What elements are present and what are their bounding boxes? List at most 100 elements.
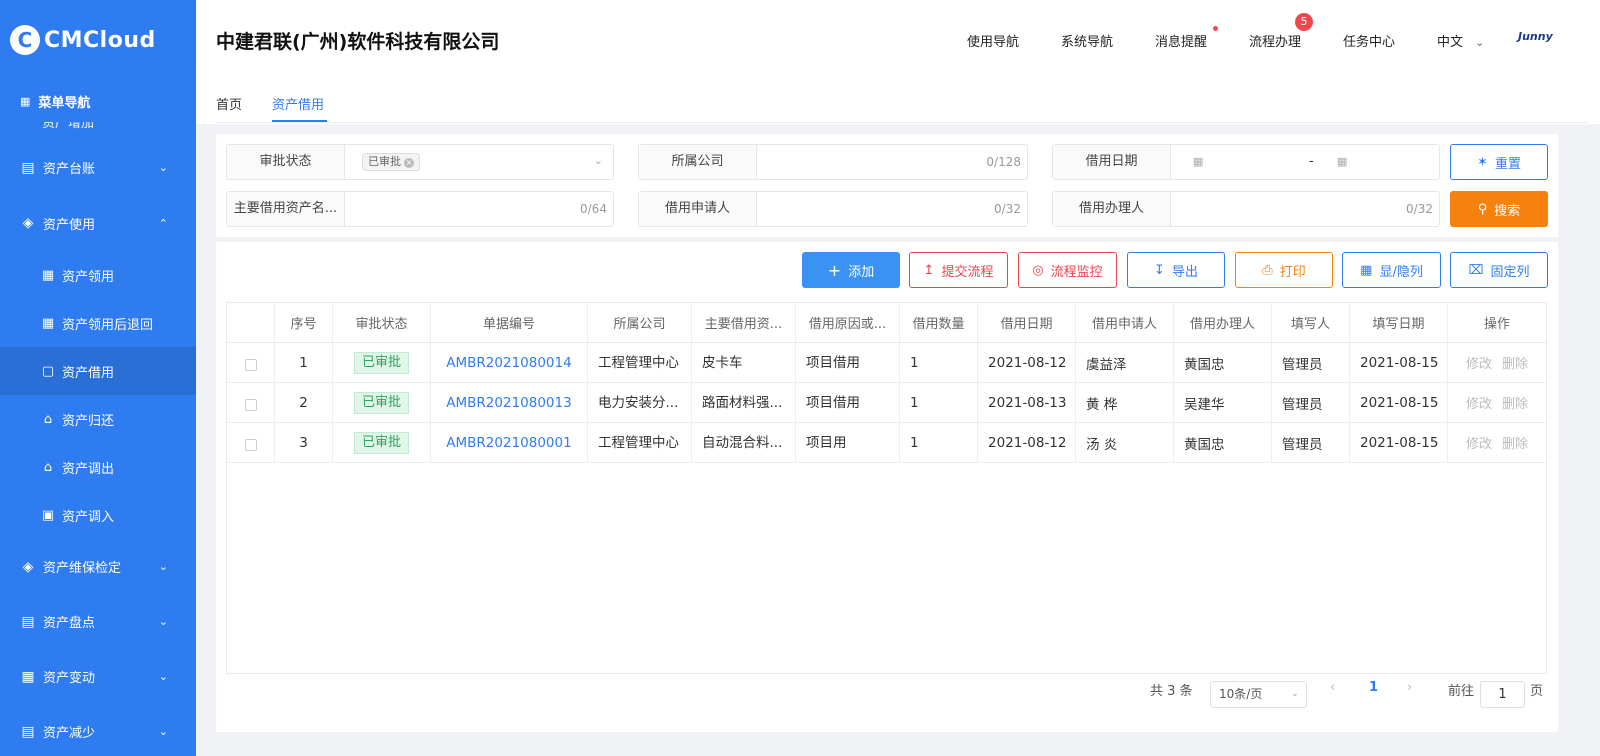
sidebar-subitem-asset-return[interactable]: ⌂ 资产归还 <box>0 395 196 443</box>
grid-icon: ▦ <box>20 94 31 108</box>
sidebar-item-asset-inventory[interactable]: ▤ 资产盘点 ⌄ <box>0 594 196 649</box>
tab-home[interactable]: 首页 <box>216 94 242 113</box>
doc-no-link[interactable]: AMBR2021080013 <box>446 395 571 411</box>
row-checkbox[interactable] <box>244 358 257 371</box>
upload-icon: ↥ <box>923 262 935 278</box>
table-row[interactable]: 3 已审批 AMBR2021080001 工程管理中心 自动混合料... 项目用 1 2021… <box>227 423 1546 463</box>
cell-company: 工程管理中心 <box>588 423 692 462</box>
layers-icon: ◈ <box>22 215 34 231</box>
page-size-select[interactable]: 10条/页 ⌄ <box>1210 681 1307 708</box>
goto-page-input[interactable]: 1 <box>1480 681 1525 708</box>
header-checkbox-cell <box>227 303 275 342</box>
message-dot <box>1213 26 1218 31</box>
sidebar-subitem-asset-borrow[interactable]: ▢ 资产借用 <box>0 347 196 395</box>
sidebar-item-asset-ledger[interactable]: ▤ 资产台账 ⌄ <box>0 140 196 195</box>
table-header: 序号 审批状态 单据编号 所属公司 主要借用资... 借用原因或... 借用数量… <box>227 303 1546 343</box>
export-button[interactable]: ↧ 导出 <box>1127 252 1225 288</box>
cell-reason: 项目借用 <box>796 343 900 382</box>
sidebar-item-partial[interactable]: 资产增加 <box>0 122 196 140</box>
asset-name-input[interactable]: 主要借用资产名... 0/64 <box>226 191 614 227</box>
cell-index: 2 <box>275 383 333 422</box>
close-icon[interactable]: × <box>404 158 414 168</box>
tab-asset-borrow[interactable]: 资产借用 <box>272 94 324 113</box>
search-button[interactable]: ⚲ 搜索 <box>1450 191 1548 227</box>
header-handler: 借用办理人 <box>1174 303 1272 342</box>
chevron-down-icon: ⌄ <box>1475 36 1485 49</box>
doc-no-link[interactable]: AMBR2021080001 <box>446 435 571 451</box>
sidebar-subitem-asset-transfer-out[interactable]: ⌂ 资产调出 <box>0 443 196 491</box>
header-qty: 借用数量 <box>900 303 978 342</box>
cube-icon: ◈ <box>22 558 34 575</box>
add-button[interactable]: + 添加 <box>802 252 900 288</box>
row-checkbox[interactable] <box>244 438 257 451</box>
sidebar: C CMCloud ▦ 菜单导航 资产增加 ▤ 资产台账 ⌄ ◈ 资产使用 ⌃ … <box>0 0 196 756</box>
sidebar-subitem-asset-transfer-in[interactable]: ▣ 资产调入 <box>0 491 196 539</box>
top-header: 中建君联(广州)软件科技有限公司 使用导航 系统导航 消息提醒 流程办理 5 任… <box>196 0 1600 68</box>
print-button[interactable]: ⎙ 打印 <box>1235 252 1333 288</box>
status-tag: 已审批 × <box>362 153 420 171</box>
delete-link[interactable]: 删除 <box>1502 433 1528 452</box>
approval-status-select[interactable]: 审批状态 已审批 × ⌄ <box>226 144 614 180</box>
company-input[interactable]: 所属公司 0/128 <box>638 144 1028 180</box>
truck-icon: ▣ <box>41 507 55 523</box>
sidebar-item-asset-reduce[interactable]: ▤ 资产减少 ⌄ <box>0 704 196 756</box>
printer-icon: ⎙ <box>1262 262 1273 278</box>
field-label: 审批状态 <box>227 145 345 179</box>
sidebar-item-label: 资产借用 <box>62 365 115 381</box>
logo[interactable]: C CMCloud <box>0 0 196 80</box>
header-applicant: 借用申请人 <box>1076 303 1174 342</box>
page-unit-label: 页 <box>1530 684 1544 699</box>
page-size-label: 10条/页 <box>1219 687 1263 701</box>
print-label: 打印 <box>1279 264 1306 280</box>
cell-handler: 吴建华 <box>1174 383 1272 422</box>
paperclip-icon: ⌧ <box>1468 262 1484 278</box>
row-checkbox-cell <box>227 383 275 422</box>
sidebar-item-label: 资产归还 <box>62 413 115 429</box>
nav-workflow[interactable]: 流程办理 <box>1249 31 1301 50</box>
handler-input[interactable]: 借用办理人 0/32 <box>1052 191 1440 227</box>
goto-label: 前往 <box>1448 684 1475 699</box>
cell-doc-no: AMBR2021080001 <box>431 423 588 462</box>
delete-link[interactable]: 删除 <box>1502 353 1528 372</box>
sidebar-item-asset-maintenance[interactable]: ◈ 资产维保检定 ⌄ <box>0 539 196 594</box>
table-row[interactable]: 2 已审批 AMBR2021080013 电力安装分... 路面材料强... 项目借用 1 2… <box>227 383 1546 423</box>
reason-text: 项目借用 <box>806 394 860 411</box>
table-row[interactable]: 1 已审批 AMBR2021080014 工程管理中心 皮卡车 项目借用 1 2021-08-… <box>227 343 1546 383</box>
nav-messages[interactable]: 消息提醒 <box>1155 31 1207 50</box>
language-select[interactable]: 中文 ⌄ <box>1437 31 1484 50</box>
sidebar-subitem-asset-receive[interactable]: ▦ 资产领用 <box>0 251 196 299</box>
doc-no-link[interactable]: AMBR2021080014 <box>446 355 571 371</box>
cell-qty: 1 <box>900 423 978 462</box>
target-icon: ◎ <box>1032 262 1044 278</box>
edit-link[interactable]: 修改 <box>1466 433 1492 452</box>
edit-link[interactable]: 修改 <box>1466 353 1492 372</box>
sidebar-item-asset-change[interactable]: ▦ 资产变动 ⌄ <box>0 649 196 704</box>
prev-page-icon[interactable]: ‹ <box>1330 680 1335 695</box>
export-label: 导出 <box>1171 264 1198 280</box>
borrow-date-range[interactable]: 借用日期 ▦ - ▦ <box>1052 144 1440 180</box>
nav-system-guide[interactable]: 系统导航 <box>1061 31 1113 50</box>
nav-task-center[interactable]: 任务中心 <box>1343 31 1395 50</box>
delete-link[interactable]: 删除 <box>1502 393 1528 412</box>
char-counter: 0/32 <box>1406 202 1433 216</box>
fix-columns-button[interactable]: ⌧ 固定列 <box>1450 252 1548 288</box>
sidebar-item-asset-use[interactable]: ◈ 资产使用 ⌃ <box>0 195 196 251</box>
logo-mark-icon: C <box>10 25 40 55</box>
page-number-current[interactable]: 1 <box>1369 680 1378 695</box>
toggle-columns-button[interactable]: ▦ 显/隐列 <box>1342 252 1441 288</box>
applicant-input[interactable]: 借用申请人 0/32 <box>638 191 1028 227</box>
nav-usage-guide[interactable]: 使用导航 <box>967 31 1019 50</box>
cell-reason: 项目用 <box>796 423 900 462</box>
chevron-down-icon: ⌄ <box>158 161 168 174</box>
reset-button[interactable]: ✶ 重置 <box>1450 144 1548 180</box>
row-checkbox[interactable] <box>244 398 257 411</box>
header-status: 审批状态 <box>333 303 431 342</box>
sidebar-subitem-asset-receive-return[interactable]: ▦ 资产领用后退回 <box>0 299 196 347</box>
next-page-icon[interactable]: › <box>1407 680 1412 695</box>
building-return-icon: ▦ <box>41 315 55 331</box>
flow-monitor-button[interactable]: ◎ 流程监控 <box>1018 252 1117 288</box>
edit-link[interactable]: 修改 <box>1466 393 1492 412</box>
sidebar-item-label: 资产调出 <box>62 461 115 477</box>
submit-flow-button[interactable]: ↥ 提交流程 <box>909 252 1008 288</box>
sidebar-item-label: 资产减少 <box>43 726 96 741</box>
